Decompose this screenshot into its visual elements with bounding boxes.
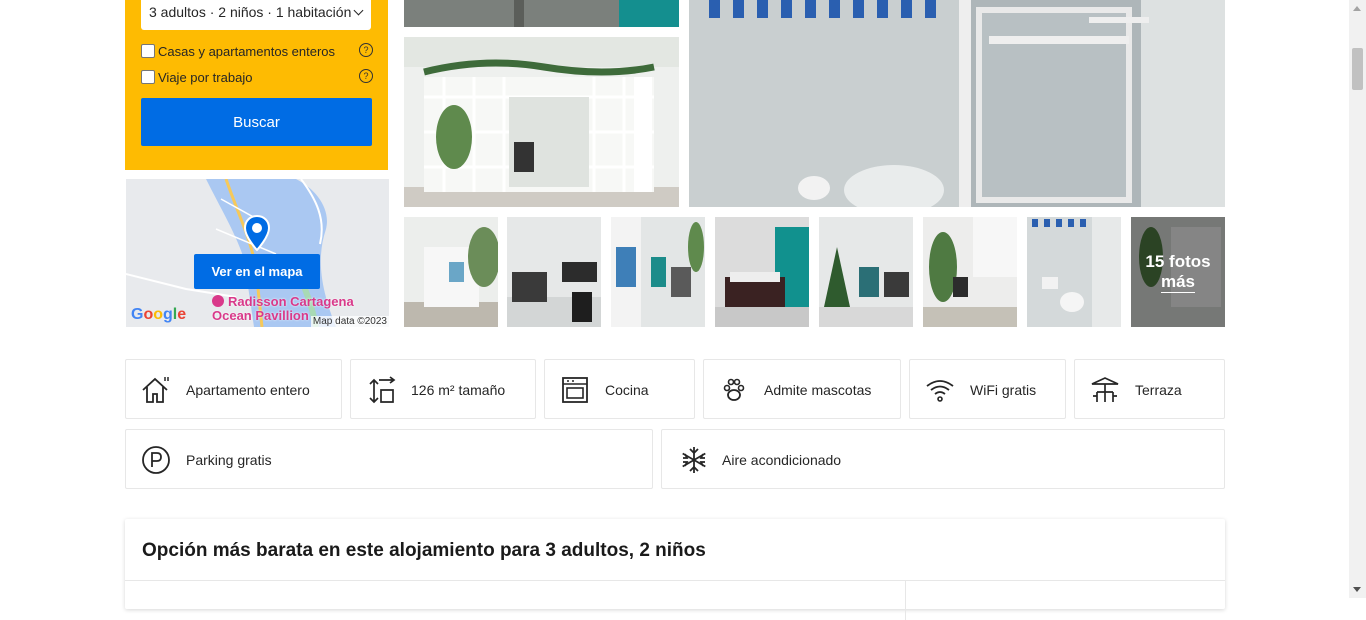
facility-label: Parking gratis bbox=[186, 452, 272, 468]
more-photos-tile[interactable]: 15 fotos más bbox=[1131, 217, 1225, 327]
checkbox-row-work[interactable]: Viaje por trabajo ? bbox=[141, 69, 373, 87]
page-scrollbar[interactable] bbox=[1349, 0, 1366, 598]
facility-air-conditioning: Aire acondicionado bbox=[661, 429, 1225, 489]
size-icon bbox=[369, 376, 396, 404]
thumbnail-photo[interactable] bbox=[819, 217, 913, 327]
google-logo: Google bbox=[131, 306, 187, 323]
map-preview[interactable]: Ver en el mapa Radisson Cartagena Ocean … bbox=[126, 179, 389, 327]
view-on-map-button[interactable]: Ver en el mapa bbox=[194, 254, 320, 289]
divider bbox=[125, 580, 1225, 581]
facility-kitchen: Cocina bbox=[544, 359, 695, 419]
parking-icon bbox=[142, 446, 170, 474]
wifi-icon bbox=[926, 380, 954, 402]
oven-icon bbox=[562, 377, 588, 403]
photo-image bbox=[404, 37, 679, 207]
scroll-up-arrow-icon[interactable] bbox=[1353, 6, 1361, 11]
facility-label: Apartamento entero bbox=[186, 382, 310, 398]
facility-size: 126 m² tamaño bbox=[350, 359, 536, 419]
facility-label: WiFi gratis bbox=[970, 382, 1037, 398]
homes-checkbox[interactable] bbox=[141, 44, 155, 58]
work-trip-checkbox[interactable] bbox=[141, 70, 155, 84]
facility-entire-apartment: Apartamento entero bbox=[125, 359, 342, 419]
facility-pets: Admite mascotas bbox=[703, 359, 901, 419]
photo-image bbox=[715, 217, 809, 327]
photo-image bbox=[1027, 217, 1121, 327]
facility-label: Aire acondicionado bbox=[722, 452, 842, 468]
more-photos-overlay[interactable]: 15 fotos más bbox=[1131, 217, 1225, 327]
facility-label: Admite mascotas bbox=[764, 382, 872, 398]
facility-parking: Parking gratis bbox=[125, 429, 653, 489]
photo-facade[interactable] bbox=[404, 37, 679, 207]
search-panel: 3 adultos · 2 niños · 1 habitación Casas… bbox=[125, 0, 388, 170]
photo-image bbox=[819, 217, 913, 327]
scroll-down-arrow-icon[interactable] bbox=[1353, 587, 1361, 592]
photo-image bbox=[404, 217, 498, 327]
chevron-down-icon bbox=[353, 5, 364, 16]
search-button[interactable]: Buscar bbox=[141, 98, 372, 146]
help-icon[interactable]: ? bbox=[359, 69, 373, 83]
cheapest-option-title: Opción más barata en este alojamiento pa… bbox=[142, 540, 706, 561]
snowflake-icon bbox=[682, 447, 706, 473]
cheapest-option-section: Opción más barata en este alojamiento pa… bbox=[125, 519, 1225, 620]
facility-terrace: Terraza bbox=[1074, 359, 1225, 419]
facility-label: Cocina bbox=[605, 382, 649, 398]
more-photos-label: más bbox=[1160, 271, 1196, 293]
thumbnail-photo[interactable] bbox=[923, 217, 1017, 327]
map-copyright: Map data ©2023 bbox=[310, 316, 389, 327]
divider bbox=[905, 580, 906, 620]
terrace-icon bbox=[1091, 377, 1119, 402]
scrollbar-thumb[interactable] bbox=[1352, 48, 1363, 90]
help-icon[interactable]: ? bbox=[359, 43, 373, 57]
facility-label: Terraza bbox=[1135, 382, 1182, 398]
poi-marker-icon bbox=[212, 295, 224, 307]
thumbnail-photo[interactable] bbox=[507, 217, 601, 327]
photo-image bbox=[507, 217, 601, 327]
photo-bathroom[interactable] bbox=[689, 0, 1225, 207]
photo-image bbox=[923, 217, 1017, 327]
paw-icon bbox=[723, 378, 745, 401]
homes-checkbox-label[interactable]: Casas y apartamentos enteros bbox=[158, 44, 335, 59]
more-photos-count: 15 fotos bbox=[1145, 251, 1211, 271]
photo-image bbox=[611, 217, 705, 327]
thumbnail-photo[interactable] bbox=[715, 217, 809, 327]
facility-wifi: WiFi gratis bbox=[909, 359, 1066, 419]
photo-top[interactable] bbox=[404, 0, 679, 27]
photo-image bbox=[689, 0, 1225, 207]
thumbnail-photo[interactable] bbox=[404, 217, 498, 327]
poi-name-line2: Ocean Pavillion bbox=[212, 308, 309, 323]
photo-image bbox=[404, 0, 679, 27]
occupancy-selector[interactable]: 3 adultos · 2 niños · 1 habitación bbox=[141, 0, 371, 30]
facility-label: 126 m² tamaño bbox=[411, 382, 506, 398]
location-pin-icon bbox=[244, 215, 270, 251]
checkbox-row-homes[interactable]: Casas y apartamentos enteros ? bbox=[141, 43, 373, 61]
house-icon bbox=[142, 377, 169, 403]
occupancy-value: 3 adultos · 2 niños · 1 habitación bbox=[149, 4, 352, 20]
thumbnail-photo[interactable] bbox=[1027, 217, 1121, 327]
thumbnail-photo[interactable] bbox=[611, 217, 705, 327]
work-trip-checkbox-label[interactable]: Viaje por trabajo bbox=[158, 70, 252, 85]
poi-name-line1: Radisson Cartagena bbox=[228, 294, 354, 309]
